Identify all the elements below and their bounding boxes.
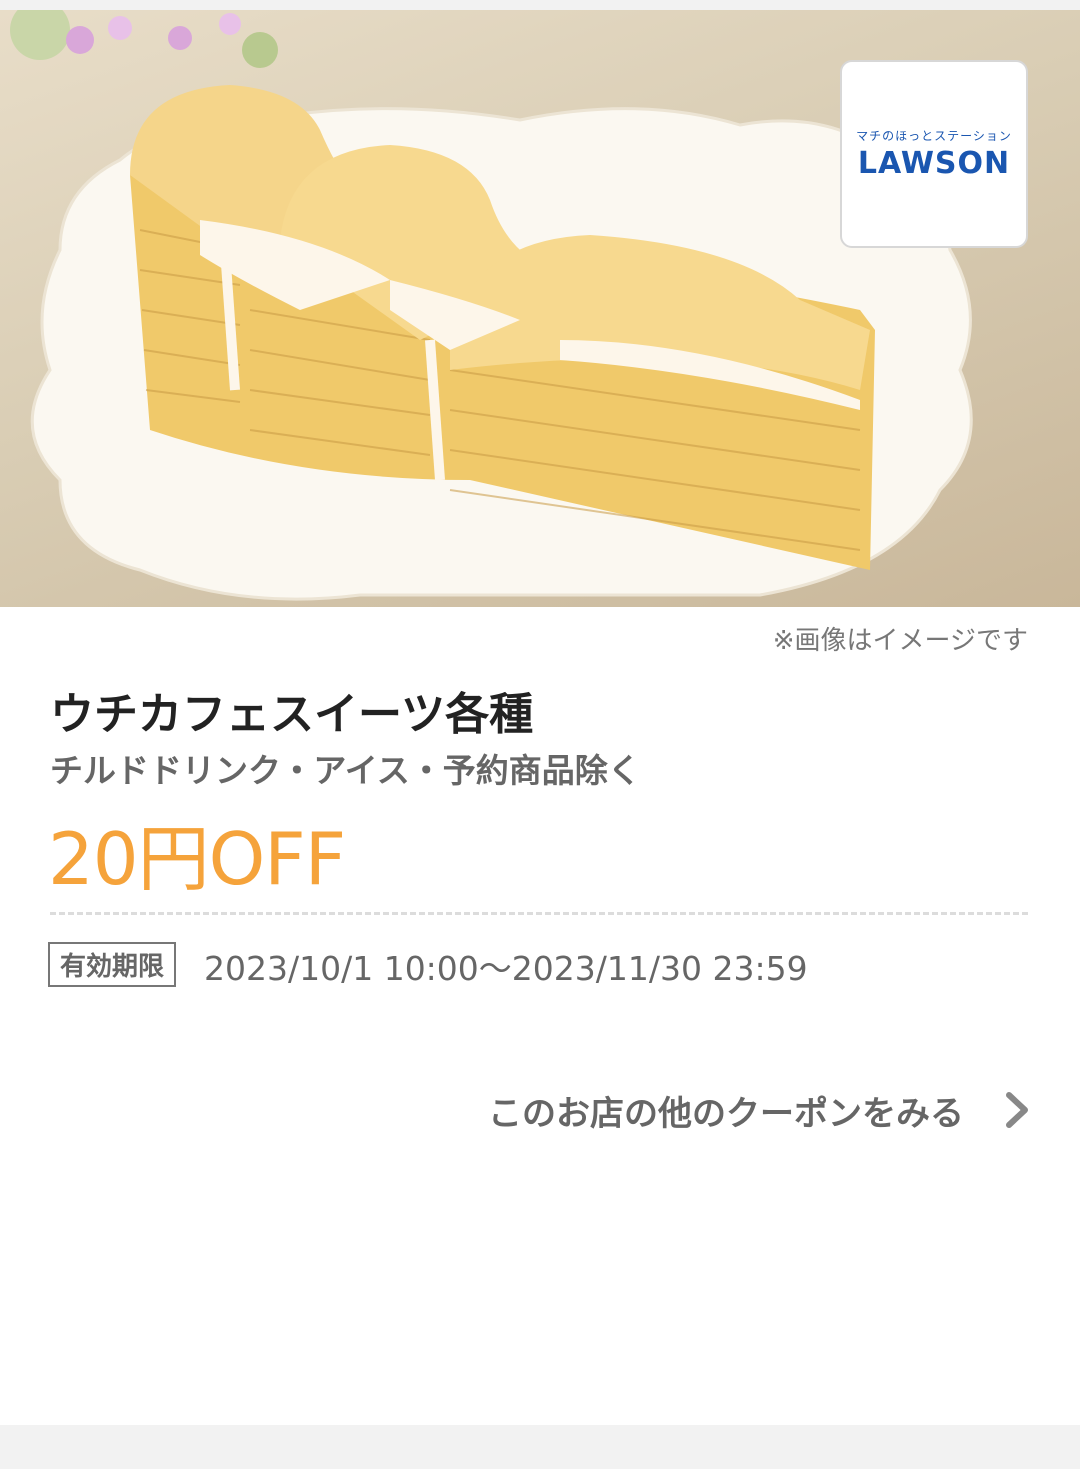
coupon-conditions: チルドドリンク・アイス・予約商品除く — [50, 751, 641, 790]
store-logo-name: LAWSON — [857, 146, 1011, 181]
coupon-title: ウチカフェスイーツ各種 — [50, 689, 534, 740]
discount-amount: 20円OFF — [48, 817, 346, 901]
store-logo: マチのほっとステーション LAWSON — [840, 60, 1028, 248]
chevron-right-icon — [1006, 1092, 1028, 1128]
dashed-divider — [50, 912, 1028, 915]
validity-badge: 有効期限 — [48, 942, 177, 987]
more-coupons-label: このお店の他のクーポンをみる — [488, 1093, 964, 1134]
validity-period: 2023/10/1 10:00〜2023/11/30 23:59 — [204, 949, 808, 988]
product-image: マチのほっとステーション LAWSON — [0, 10, 1080, 607]
coupon-card: マチのほっとステーション LAWSON ※画像はイメージです ウチカフェスイーツ… — [0, 10, 1080, 1425]
more-coupons-link[interactable]: このお店の他のクーポンをみる — [430, 1085, 1030, 1135]
store-logo-tagline: マチのほっとステーション — [856, 129, 1012, 143]
image-disclaimer: ※画像はイメージです — [772, 626, 1028, 656]
